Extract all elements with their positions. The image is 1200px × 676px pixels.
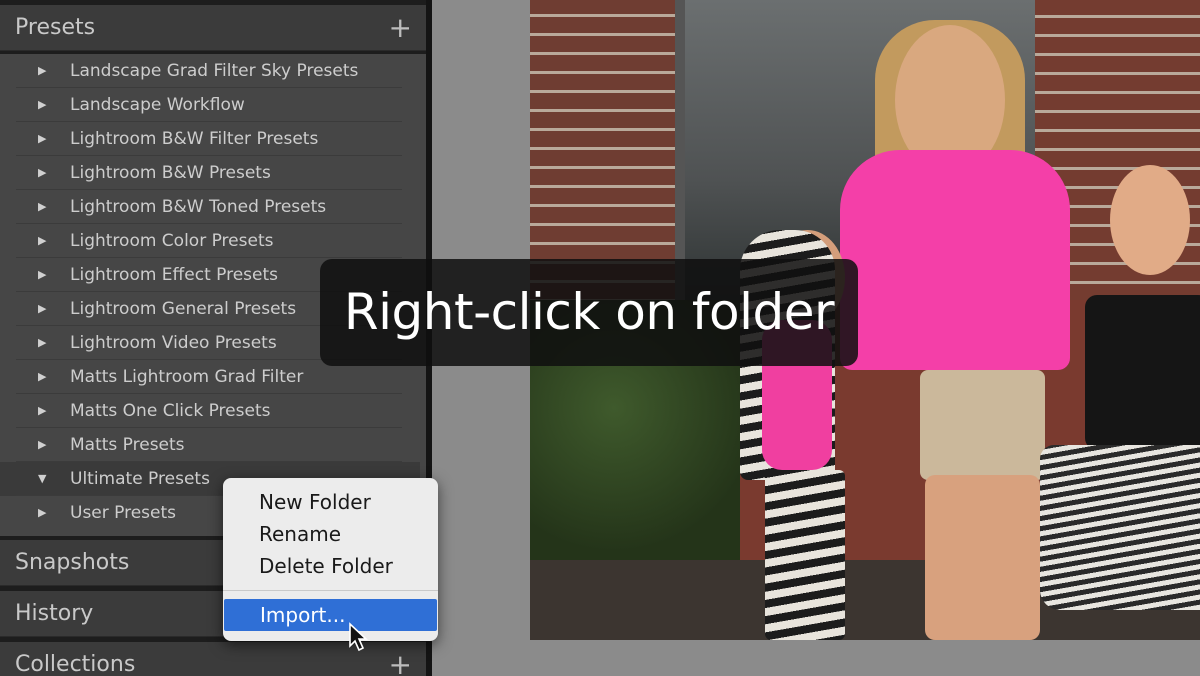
menu-item-import[interactable]: Import...: [224, 599, 437, 631]
expand-triangle-icon[interactable]: ▶: [38, 156, 46, 190]
preset-folder-label: Landscape Grad Filter Sky Presets: [70, 61, 359, 81]
expand-triangle-icon[interactable]: ▶: [38, 428, 46, 462]
menu-item-rename[interactable]: Rename: [223, 518, 438, 550]
tutorial-caption: Right-click on folder: [320, 259, 858, 366]
preset-folder-label: Lightroom Color Presets: [70, 231, 274, 251]
preset-folder-row[interactable]: ▶ Lightroom B&W Presets: [0, 156, 420, 190]
preset-folder-label: Landscape Workflow: [70, 95, 245, 115]
photo-person-legs: [925, 475, 1040, 640]
expand-triangle-icon[interactable]: ▶: [38, 394, 46, 428]
expand-triangle-icon[interactable]: ▶: [38, 88, 46, 122]
presets-panel-title: Presets: [15, 15, 96, 40]
photo-girl-top: [1085, 295, 1200, 450]
preset-folder-row[interactable]: ▶ Matts One Click Presets: [0, 394, 420, 428]
expand-triangle-icon[interactable]: ▶: [38, 496, 46, 530]
add-preset-icon[interactable]: +: [389, 5, 412, 51]
preset-folder-label: Ultimate Presets: [70, 469, 210, 489]
preset-folder-row[interactable]: ▶ Lightroom B&W Toned Presets: [0, 190, 420, 224]
collapse-triangle-icon[interactable]: ▼: [38, 462, 46, 496]
expand-triangle-icon[interactable]: ▶: [38, 258, 46, 292]
photo-child-dress-lower: [765, 470, 845, 640]
expand-triangle-icon[interactable]: ▶: [38, 360, 46, 394]
preset-folder-label: User Presets: [70, 503, 177, 523]
preset-folder-row[interactable]: ▶ Lightroom Color Presets: [0, 224, 420, 258]
preset-folder-label: Matts Lightroom Grad Filter: [70, 367, 304, 387]
snapshots-panel-title: Snapshots: [15, 550, 130, 575]
preset-folder-label: Lightroom B&W Filter Presets: [70, 129, 319, 149]
context-menu: New Folder Rename Delete Folder Import..…: [223, 478, 438, 641]
preset-folder-label: Lightroom B&W Presets: [70, 163, 271, 183]
mouse-pointer-icon: [349, 622, 368, 652]
menu-item-delete-folder[interactable]: Delete Folder: [223, 550, 438, 582]
preset-folder-label: Lightroom Video Presets: [70, 333, 277, 353]
photo-person-shorts: [920, 370, 1045, 480]
photo-girl-skirt: [1040, 445, 1200, 610]
preset-folder-row[interactable]: ▶ Landscape Workflow: [0, 88, 420, 122]
preset-folder-label: Lightroom General Presets: [70, 299, 297, 319]
add-collection-icon[interactable]: +: [389, 642, 412, 676]
preset-folder-row[interactable]: ▶ Lightroom B&W Filter Presets: [0, 122, 420, 156]
photo-person-top: [840, 150, 1070, 370]
menu-item-new-folder[interactable]: New Folder: [223, 486, 438, 518]
expand-triangle-icon[interactable]: ▶: [38, 224, 46, 258]
preset-folder-label: Lightroom B&W Toned Presets: [70, 197, 327, 217]
preset-folder-row[interactable]: ▶ Matts Presets: [0, 428, 420, 462]
photo-girl-head: [1110, 165, 1190, 275]
menu-separator: [223, 590, 438, 591]
expand-triangle-icon[interactable]: ▶: [38, 190, 46, 224]
expand-triangle-icon[interactable]: ▶: [38, 326, 46, 360]
collections-panel-title: Collections: [15, 652, 136, 676]
expand-triangle-icon[interactable]: ▶: [38, 292, 46, 326]
expand-triangle-icon[interactable]: ▶: [38, 54, 46, 88]
preset-folder-row[interactable]: ▶ Landscape Grad Filter Sky Presets: [0, 54, 420, 88]
preset-folder-label: Matts One Click Presets: [70, 401, 271, 421]
expand-triangle-icon[interactable]: ▶: [38, 122, 46, 156]
history-panel-title: History: [15, 601, 94, 626]
preset-folder-label: Lightroom Effect Presets: [70, 265, 279, 285]
presets-panel-header[interactable]: Presets +: [0, 5, 426, 51]
preset-folder-label: Matts Presets: [70, 435, 185, 455]
